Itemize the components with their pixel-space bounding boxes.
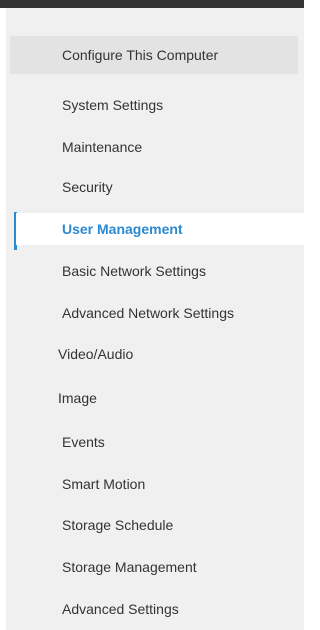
sidebar-item-basic-network-settings[interactable]: Basic Network Settings	[10, 252, 298, 290]
sidebar-item-security[interactable]: Security	[10, 168, 298, 206]
sidebar-item-advanced-settings[interactable]: Advanced Settings	[10, 590, 298, 628]
sidebar-item-image[interactable]: Image	[10, 379, 298, 417]
sidebar-item-user-management[interactable]: User Management	[16, 213, 304, 245]
sidebar-item-system-settings[interactable]: System Settings	[10, 86, 298, 124]
sidebar-item-events[interactable]: Events	[10, 423, 298, 461]
sidebar-item-advanced-network-settings[interactable]: Advanced Network Settings	[10, 294, 298, 332]
sidebar-item-video-audio[interactable]: Video/Audio	[10, 335, 298, 373]
sidebar-item-storage-schedule[interactable]: Storage Schedule	[10, 506, 298, 544]
sidebar-item-storage-management[interactable]: Storage Management	[10, 548, 298, 586]
sidebar-item-smart-motion[interactable]: Smart Motion	[10, 465, 298, 503]
sidebar-section-header: Configure This Computer	[10, 36, 298, 74]
sidebar-item-maintenance[interactable]: Maintenance	[10, 128, 298, 166]
top-bar	[0, 0, 304, 8]
